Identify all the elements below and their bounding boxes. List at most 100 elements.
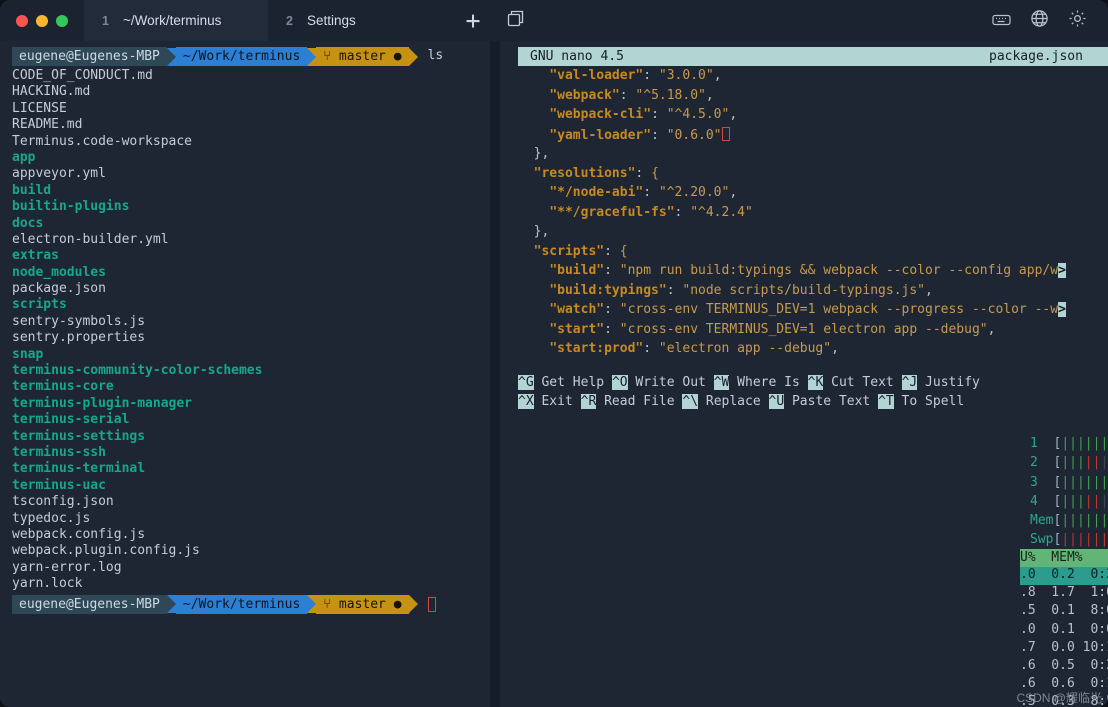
file-list-item: terminus-community-color-schemes <box>12 363 263 379</box>
nano-shortcut-key[interactable]: ^W <box>713 374 730 390</box>
cpu-meter: 2 [|||||||||||||||||||||||18.5%] <box>1030 455 1108 471</box>
window-controls <box>0 0 84 41</box>
file-list-item: HACKING.md <box>12 84 91 100</box>
file-list-item: extras <box>12 248 59 264</box>
prompt-user-host: eugene@Eugenes-MBP <box>12 594 167 614</box>
new-tab-button[interactable]: + <box>452 0 494 41</box>
nano-shortcut-label: Get Help <box>533 374 605 390</box>
table-row[interactable]: .0 0.2 0:22.66 /System/Library/Framework… <box>1020 567 1108 586</box>
split-pane-right[interactable]: GNU nano 4.5 package.json "val-loader": … <box>500 41 1108 707</box>
cell-cpu: .0 <box>1020 567 1036 582</box>
nano-line: "**/graceful-fs": "^4.2.4" <box>549 204 753 220</box>
globe-button[interactable] <box>1022 4 1056 38</box>
keyboard-button[interactable] <box>984 4 1018 38</box>
nano-shortcut-key[interactable]: ^K <box>807 374 824 390</box>
nano-content[interactable]: "val-loader": "3.0.0", "webpack": "^5.18… <box>518 68 1108 361</box>
nano-title-bar: GNU nano 4.5 package.json <box>518 47 1108 66</box>
file-list-item: yarn.lock <box>12 576 83 592</box>
pane-divider[interactable] <box>490 41 500 707</box>
nano-editor[interactable]: GNU nano 4.5 package.json "val-loader": … <box>518 47 1108 414</box>
file-list-item: terminus-ssh <box>12 444 106 460</box>
file-list-item: app <box>12 149 36 165</box>
cell-mem: 0.0 <box>1035 639 1075 655</box>
table-row[interactable]: .8 1.7 1:01.40 /Applications/Terminus.ap… <box>1020 585 1108 603</box>
nano-shortcut-key[interactable]: ^U <box>768 394 785 409</box>
split-pane-button[interactable] <box>494 0 536 41</box>
shell-pane[interactable]: eugene@Eugenes-MBP ~/Work/terminus ⑂ mas… <box>0 41 490 707</box>
nano-line: "resolutions": { <box>533 165 659 181</box>
htop-process-table: U% MEM% TIME+ Command .0 0.2 0:22.66 /Sy… <box>1020 549 1108 707</box>
nano-shortcut-key[interactable]: ^G <box>518 374 534 390</box>
prompt-separator-1 <box>166 595 176 613</box>
cell-mem: 0.1 <box>1035 621 1075 637</box>
cell-mem: 0.5 <box>1035 657 1075 673</box>
nano-shortcut-key[interactable]: ^R <box>580 394 597 409</box>
tab-number: 2 <box>286 13 293 28</box>
maximize-window-button[interactable] <box>56 14 68 27</box>
cell-cpu: .7 <box>1020 639 1036 655</box>
file-list-item: builtin-plugins <box>12 199 130 215</box>
tab-terminus[interactable]: 1 ~/Work/terminus <box>84 0 268 41</box>
settings-button[interactable] <box>1060 4 1094 38</box>
nano-shortcut-key[interactable]: ^T <box>878 394 894 409</box>
cell-cpu: .0 <box>1020 621 1036 637</box>
process-rows: .0 0.2 0:22.66 /System/Library/Framework… <box>1020 567 1108 707</box>
tab-settings[interactable]: 2 Settings <box>268 0 452 41</box>
title-actions <box>984 0 1108 41</box>
nano-shortcut-label: To Spell <box>893 394 965 409</box>
keyboard-icon <box>991 11 1011 30</box>
nano-line: "build:typings": "node scripts/build-typ… <box>549 282 933 298</box>
cell-mem: 1.7 <box>1035 585 1075 601</box>
terminal-window: 1 ~/Work/terminus 2 Settings + eugene@Eu… <box>0 0 1108 707</box>
close-window-button[interactable] <box>16 14 28 27</box>
prompt-separator-2 <box>307 47 317 66</box>
nano-shortcut-bar: ^G Get Help ^O Write Out ^W Where Is ^K … <box>518 374 1108 414</box>
nano-shortcut-key[interactable]: ^\ <box>682 394 699 409</box>
prompt-path: ~/Work/terminus <box>175 47 308 66</box>
file-list-item: docs <box>12 215 44 231</box>
nano-line: "val-loader": "3.0.0", <box>549 68 722 83</box>
file-list-item: electron-builder.yml <box>12 231 169 247</box>
title-tab-bar: 1 ~/Work/terminus 2 Settings + <box>0 0 1108 41</box>
cell-cpu: .6 <box>1020 657 1036 673</box>
minimize-window-button[interactable] <box>36 14 48 27</box>
prompt-line-top: eugene@Eugenes-MBP ~/Work/terminus ⑂ mas… <box>12 47 490 66</box>
cell-time: 0:26.06 <box>1090 657 1108 673</box>
text-cursor <box>427 596 436 612</box>
nano-shortcut-key[interactable]: ^X <box>518 394 534 409</box>
file-list-item: sentry.properties <box>12 330 146 346</box>
cell-mem: 0.2 <box>1035 567 1075 582</box>
cell-time: 8:02.06 <box>1090 603 1108 619</box>
nano-shortcut-label: Write Out <box>627 374 706 390</box>
nano-shortcut-label: Where Is <box>729 374 800 390</box>
file-list-item: terminus-terminal <box>12 461 146 477</box>
text-cursor <box>721 126 730 141</box>
htop-meters: 1 [|||||||||||||||||||||||44.4%] 2 [|||||… <box>1030 436 1108 552</box>
nano-shortcut-label: Cut Text <box>823 374 894 390</box>
cpu-meter: 4 [|||||||||||||||||||||||14.5%] <box>1030 493 1108 509</box>
nano-shortcut-key[interactable]: ^J <box>901 374 918 390</box>
file-list-item: terminus-uac <box>12 477 106 493</box>
prompt-git-branch: ⑂ master ● <box>316 47 409 66</box>
file-list-item: CODE_OF_CONDUCT.md <box>12 68 153 83</box>
nano-line: }, <box>518 224 550 239</box>
file-list-item: webpack.plugin.config.js <box>12 543 200 559</box>
prompt-user-host: eugene@Eugenes-MBP <box>12 47 167 66</box>
process-table-header: U% MEM% TIME+ Command <box>1020 549 1108 567</box>
cell-time: 0:22.66 <box>1090 567 1108 582</box>
file-list-item: Terminus.code-workspace <box>12 133 193 149</box>
nano-shortcut-row: ^X Exit ^R Read File ^\ Replace ^U Paste… <box>518 394 1108 414</box>
table-row[interactable]: .0 0.1 0:00.07 /usr/sbin/screencapture -… <box>1020 622 1108 640</box>
nano-shortcut-key[interactable]: ^O <box>611 374 628 390</box>
table-row[interactable]: .6 0.5 0:26.06 /Applications/Terminus.ap… <box>1020 658 1108 676</box>
file-list-item: appveyor.yml <box>12 166 106 182</box>
nano-line: "start": "cross-env TERMINUS_DEV=1 elect… <box>549 321 996 337</box>
prompt-separator-3 <box>408 595 418 613</box>
file-list-item: terminus-serial <box>12 412 130 428</box>
table-row[interactable]: .5 0.1 8:02.06 /Library/Application Supp… <box>1020 603 1108 621</box>
table-row[interactable]: .7 0.0 10:18.09 /Applications/ZeroTier O… <box>1020 640 1108 658</box>
nano-line: "*/node-abi": "^2.20.0", <box>549 185 738 200</box>
file-list-item: snap <box>12 346 44 362</box>
cell-time: 0:00.07 <box>1090 621 1108 637</box>
prompt-separator-2 <box>307 595 317 613</box>
